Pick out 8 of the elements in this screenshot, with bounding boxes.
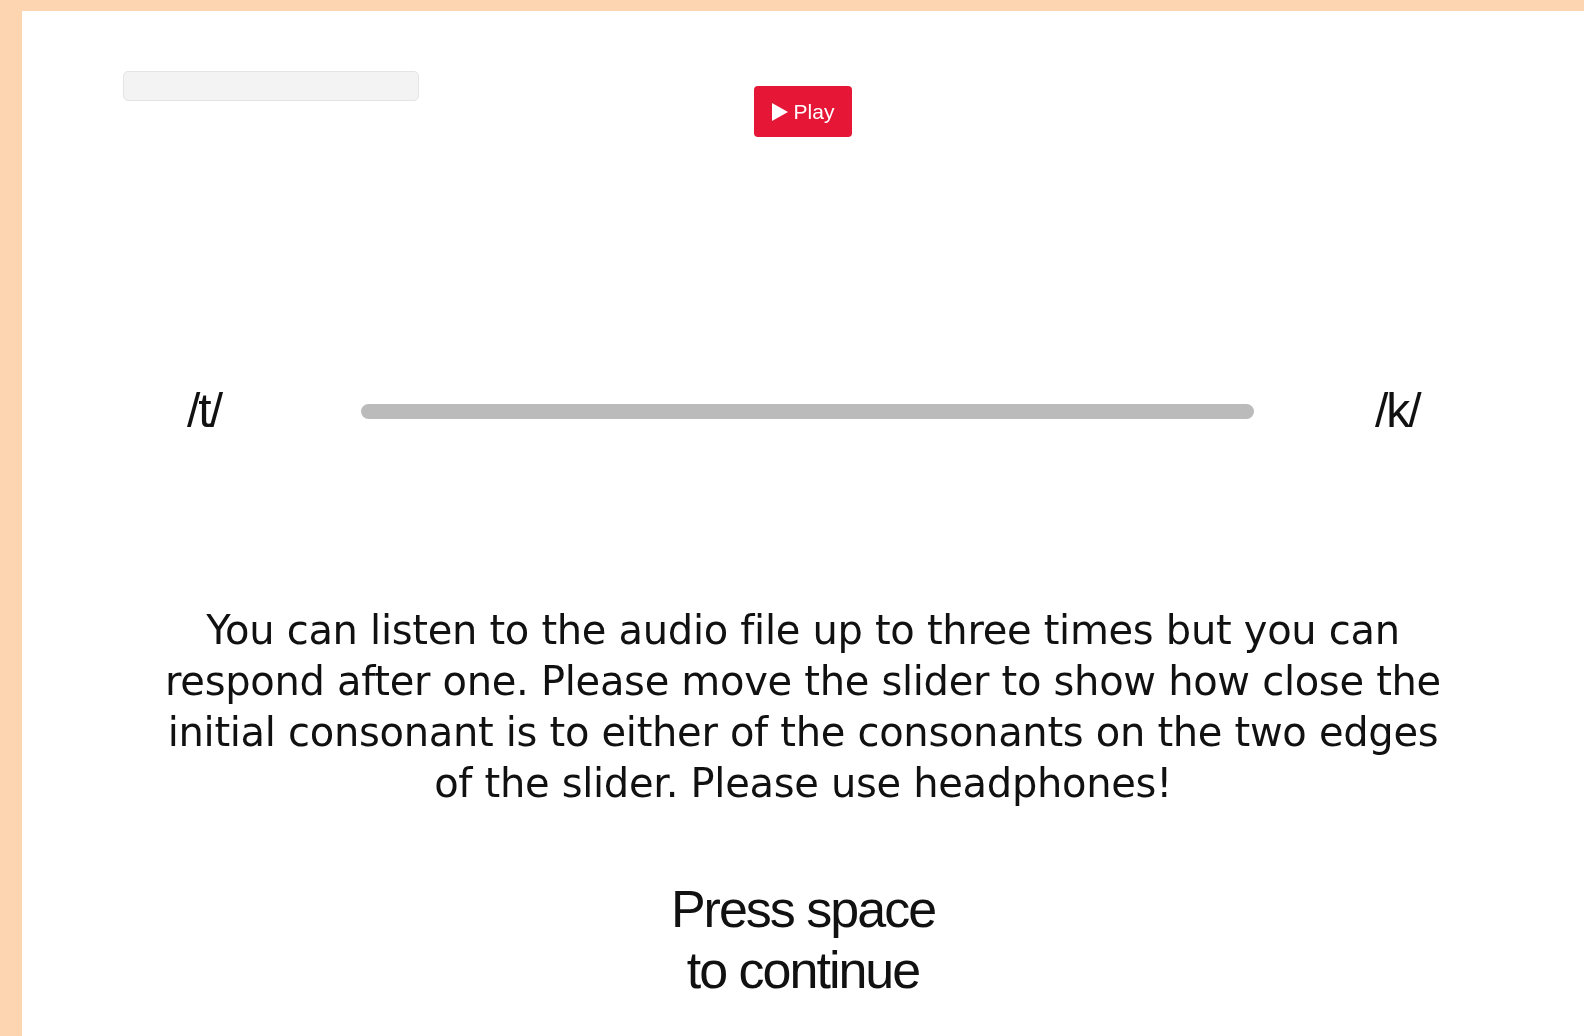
play-button[interactable]: Play bbox=[753, 86, 853, 137]
instructions-text: You can listen to the audio file up to three times but you can respond after one. Please move the slider to show how close the initial consonant is to either of the consonants on the two edges of the slider. Please use headphones! bbox=[164, 606, 1442, 808]
slider-track[interactable] bbox=[361, 403, 1254, 419]
right-label: /k/ bbox=[1375, 384, 1420, 437]
continue-prompt: Press space bbox=[670, 879, 936, 940]
left-label: /t/ bbox=[187, 384, 221, 437]
continue-prompt: to continue bbox=[686, 940, 920, 1001]
play-icon bbox=[771, 102, 788, 121]
